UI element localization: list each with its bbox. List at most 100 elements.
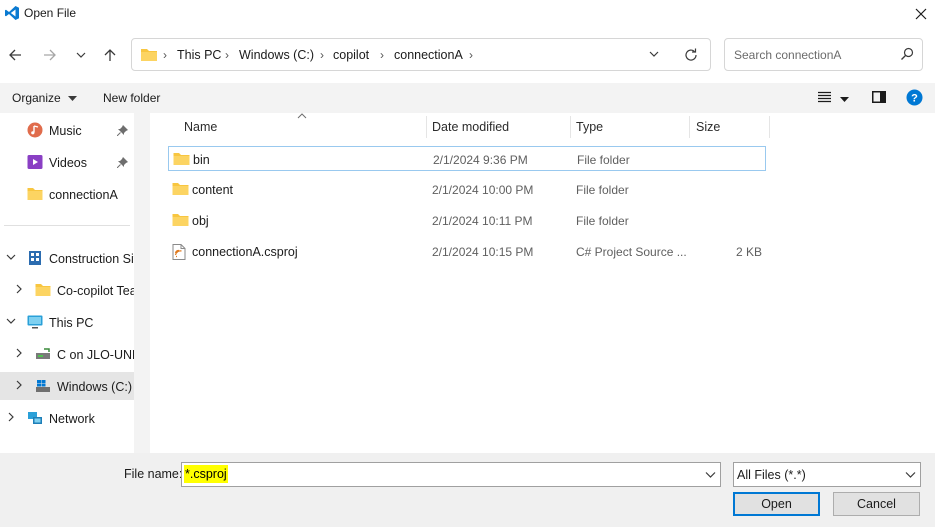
chevron-down-icon[interactable] <box>6 252 16 262</box>
preview-pane-button[interactable] <box>872 91 886 106</box>
file-name-value: *.csproj <box>184 465 228 483</box>
recent-locations-button[interactable] <box>70 44 92 66</box>
help-button[interactable]: ? <box>906 89 923 109</box>
breadcrumb-connectiona[interactable]: connectionA <box>394 48 463 62</box>
nav-item-label: This PC <box>49 316 94 330</box>
forward-button[interactable] <box>39 44 61 66</box>
folder-icon <box>172 183 189 195</box>
title-bar: Open File <box>0 0 935 27</box>
chevron-right-icon[interactable] <box>14 348 24 358</box>
file-type-select[interactable]: All Files (*.*) <box>733 462 921 487</box>
file-row-content[interactable]: content 2/1/2024 10:00 PM File folder <box>168 177 766 202</box>
chevron-right-icon[interactable] <box>6 412 16 422</box>
file-row-csproj[interactable]: connectionA.csproj 2/1/2024 10:15 PM C# … <box>168 239 766 264</box>
chevron-down-icon[interactable] <box>6 316 16 326</box>
file-name: obj <box>192 214 209 228</box>
nav-item-label: Music <box>49 124 82 138</box>
column-divider[interactable] <box>769 116 770 138</box>
file-date: 2/1/2024 10:11 PM <box>432 214 533 228</box>
computer-icon <box>27 315 43 329</box>
sort-ascending-icon <box>297 113 307 119</box>
file-list: Name Date modified Type Size bin 2/1/202… <box>150 113 935 453</box>
pin-icon <box>117 125 128 136</box>
breadcrumb-separator: › <box>163 48 167 62</box>
file-name: bin <box>193 153 210 167</box>
window-title: Open File <box>24 6 77 20</box>
organize-button[interactable]: Organize <box>12 91 78 105</box>
nav-item-c-on-jlo-unm[interactable]: C on JLO-UNM <box>0 340 134 368</box>
nav-item-co-copilot-team[interactable]: Co-copilot Team <box>0 276 134 304</box>
column-divider[interactable] <box>689 116 690 138</box>
search-icon <box>901 47 914 60</box>
folder-icon <box>27 188 43 200</box>
chevron-down-icon[interactable] <box>647 47 661 61</box>
arrow-right-icon <box>44 49 56 61</box>
chevron-right-icon[interactable] <box>14 380 24 390</box>
folder-icon <box>172 214 189 226</box>
folder-icon <box>173 153 190 165</box>
refresh-icon[interactable] <box>683 47 699 63</box>
nav-item-construction-site[interactable]: Construction Site <box>0 244 134 272</box>
preview-pane-icon <box>872 91 886 103</box>
breadcrumb-this-pc[interactable]: This PC <box>177 48 221 62</box>
vscode-icon <box>5 6 19 20</box>
nav-item-label: C on JLO-UNM <box>57 348 134 362</box>
nav-item-windows-c[interactable]: Windows (C:) <box>0 372 134 400</box>
nav-item-label: Videos <box>49 156 87 170</box>
caret-down-icon <box>840 96 850 102</box>
file-row-obj[interactable]: obj 2/1/2024 10:11 PM File folder <box>168 208 766 233</box>
breadcrumb-copilot[interactable]: copilot <box>333 48 369 62</box>
nav-item-label: Network <box>49 412 95 426</box>
column-divider[interactable] <box>570 116 571 138</box>
nav-item-label: connectionA <box>49 188 118 202</box>
nav-item-network[interactable]: Network <box>0 404 134 432</box>
column-header-date-modified[interactable]: Date modified <box>432 120 509 134</box>
column-header-size[interactable]: Size <box>696 120 720 134</box>
nav-item-connectiona[interactable]: connectionA <box>0 180 134 208</box>
command-bar: Organize New folder ? <box>0 83 935 113</box>
nav-divider <box>4 225 130 226</box>
view-list-icon <box>818 91 831 103</box>
file-row-bin[interactable]: bin 2/1/2024 9:36 PM File folder <box>168 146 766 171</box>
breadcrumb-windows-c[interactable]: Windows (C:) <box>239 48 314 62</box>
chevron-right-icon[interactable] <box>14 284 24 294</box>
cancel-button[interactable]: Cancel <box>833 492 920 516</box>
help-icon: ? <box>906 89 923 106</box>
file-type: File folder <box>577 153 630 167</box>
new-folder-button[interactable]: New folder <box>103 91 160 105</box>
nav-item-music[interactable]: Music <box>0 116 134 144</box>
column-divider[interactable] <box>426 116 427 138</box>
nav-item-videos[interactable]: Videos <box>0 148 134 176</box>
view-options-button[interactable] <box>818 91 850 106</box>
arrow-left-icon <box>9 49 21 61</box>
search-input[interactable]: Search connectionA <box>724 38 923 71</box>
navigation-pane: Music Videos connectionA Construction Si… <box>0 113 134 453</box>
column-header-type[interactable]: Type <box>576 120 603 134</box>
file-type: File folder <box>576 214 629 228</box>
chevron-down-icon <box>905 472 916 478</box>
dialog-footer: File name: *.csproj All Files (*.*) Open… <box>0 453 935 527</box>
breadcrumb-separator: › <box>320 48 324 62</box>
pin-icon <box>117 157 128 168</box>
chevron-down-icon <box>76 52 86 58</box>
file-name-label: File name: <box>124 467 183 481</box>
close-button[interactable] <box>907 0 935 27</box>
building-icon <box>29 251 41 265</box>
nav-item-this-pc[interactable]: This PC <box>0 308 134 336</box>
videos-icon <box>27 155 43 169</box>
back-button[interactable] <box>4 44 26 66</box>
chevron-down-icon[interactable] <box>705 469 716 480</box>
folder-icon <box>35 284 51 296</box>
address-row: › This PC › Windows (C:) › copilot › con… <box>0 27 935 83</box>
breadcrumb-separator: › <box>469 48 473 62</box>
file-name: connectionA.csproj <box>192 245 298 259</box>
file-name-input[interactable]: *.csproj <box>181 462 721 487</box>
up-button[interactable] <box>99 44 121 66</box>
column-header-name[interactable]: Name <box>184 120 217 134</box>
file-date: 2/1/2024 10:15 PM <box>432 245 534 259</box>
open-button[interactable]: Open <box>733 492 820 516</box>
search-placeholder: Search connectionA <box>734 48 842 62</box>
svg-text:?: ? <box>911 93 918 105</box>
organize-label: Organize <box>12 91 61 105</box>
address-bar[interactable]: › This PC › Windows (C:) › copilot › con… <box>131 38 711 71</box>
